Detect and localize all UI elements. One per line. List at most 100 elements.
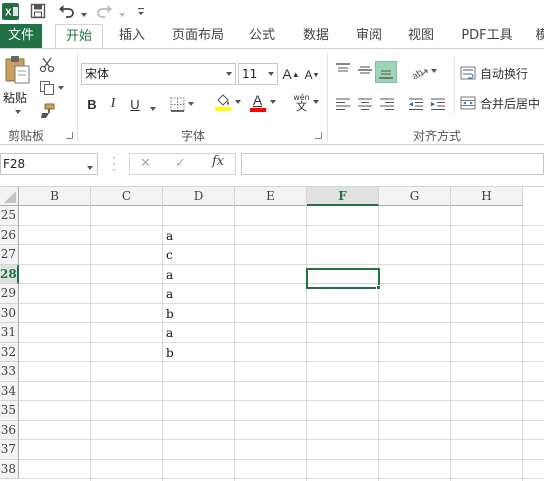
paste-button[interactable]: 粘贴 bbox=[2, 55, 32, 114]
row-header-36[interactable]: 36 bbox=[0, 420, 19, 440]
cell-d27[interactable]: c bbox=[166, 248, 173, 262]
column-header-e[interactable]: E bbox=[235, 187, 307, 206]
font-size-select[interactable]: 11 bbox=[238, 63, 278, 85]
cell-d29[interactable]: a bbox=[166, 287, 173, 301]
name-box-dropdown-icon[interactable] bbox=[84, 159, 93, 173]
row-header-28[interactable]: 28 bbox=[0, 264, 19, 284]
select-all-corner[interactable] bbox=[0, 187, 19, 206]
row-header-27[interactable]: 27 bbox=[0, 245, 19, 265]
merge-center-icon bbox=[460, 96, 476, 110]
cell-d31[interactable]: a bbox=[166, 326, 173, 340]
column-header-h[interactable]: H bbox=[451, 187, 523, 206]
merge-center-button[interactable]: 合并后居中 bbox=[460, 93, 544, 113]
svg-text:X: X bbox=[5, 8, 12, 19]
save-icon[interactable] bbox=[30, 3, 46, 19]
underline-dropdown-icon[interactable] bbox=[147, 100, 156, 114]
column-header-f[interactable]: F bbox=[307, 187, 379, 206]
align-center-icon[interactable] bbox=[354, 94, 376, 114]
insert-function-icon[interactable]: fx bbox=[212, 154, 224, 169]
row-header-26[interactable]: 26 bbox=[0, 225, 19, 245]
row-header-30[interactable]: 30 bbox=[0, 303, 19, 323]
row-gridline bbox=[19, 302, 544, 304]
tab-more[interactable]: 模 bbox=[532, 24, 544, 48]
underline-button[interactable]: U bbox=[128, 94, 142, 114]
spreadsheet-grid[interactable]: BCDEFGH 25 26 27 28 29 30 31 32 33 34 35 36 37 38 aca… bbox=[0, 187, 544, 481]
row-header-34[interactable]: 34 bbox=[0, 381, 19, 401]
phonetic-button[interactable]: wén 文 bbox=[290, 92, 322, 112]
row-header-33[interactable]: 33 bbox=[0, 362, 19, 382]
align-top-icon[interactable] bbox=[332, 60, 354, 80]
align-middle-icon[interactable] bbox=[354, 60, 376, 80]
row-header-32[interactable]: 32 bbox=[0, 342, 19, 362]
clipboard-launcher-icon[interactable] bbox=[66, 132, 73, 139]
font-color-button[interactable]: A bbox=[247, 92, 277, 112]
row-gridline bbox=[19, 244, 544, 245]
column-header-c[interactable]: C bbox=[91, 187, 163, 206]
tab-formulas[interactable]: 公式 bbox=[242, 24, 282, 48]
wrap-text-button[interactable]: 自动换行 bbox=[460, 63, 544, 83]
row-gridline bbox=[19, 224, 544, 226]
name-box-value: F28 bbox=[3, 157, 26, 171]
row-gridline bbox=[19, 439, 544, 440]
column-header-b[interactable]: B bbox=[19, 187, 91, 206]
enter-formula-icon[interactable]: ✓ bbox=[175, 156, 186, 171]
font-size-value: 11 bbox=[242, 67, 258, 81]
undo-dropdown-icon[interactable] bbox=[78, 6, 87, 20]
cell-d32[interactable]: b bbox=[166, 346, 174, 360]
ribbon-home: 粘贴 剪贴板 宋体 11 A ▲ A ▼ B I U A wén 文 字体 ab… bbox=[0, 48, 544, 145]
tab-review[interactable]: 审阅 bbox=[349, 24, 389, 48]
fill-handle[interactable] bbox=[376, 285, 381, 290]
row-header-37[interactable]: 37 bbox=[0, 440, 19, 460]
font-group-label: 字体 bbox=[181, 129, 206, 143]
tab-page-layout[interactable]: 页面布局 bbox=[167, 24, 229, 48]
borders-icon[interactable] bbox=[168, 94, 196, 114]
align-left-icon[interactable] bbox=[332, 94, 354, 114]
row-header-35[interactable]: 35 bbox=[0, 401, 19, 421]
font-launcher-icon[interactable] bbox=[315, 132, 322, 139]
name-box[interactable]: F28 bbox=[0, 153, 98, 175]
column-header-d[interactable]: D bbox=[163, 187, 235, 206]
orientation-icon[interactable]: ab bbox=[408, 61, 438, 81]
tab-home[interactable]: 开始 bbox=[55, 24, 103, 49]
tab-view[interactable]: 视图 bbox=[401, 24, 441, 48]
paste-dropdown-icon bbox=[12, 103, 21, 117]
italic-button[interactable]: I bbox=[106, 94, 120, 114]
redo-dropdown-icon[interactable] bbox=[116, 6, 125, 20]
grow-font-button[interactable]: A ▲ bbox=[281, 64, 301, 84]
cell-d30[interactable]: b bbox=[166, 307, 174, 321]
row-header-31[interactable]: 31 bbox=[0, 323, 19, 343]
cell-d26[interactable]: a bbox=[166, 229, 173, 243]
format-painter-icon[interactable] bbox=[38, 101, 56, 121]
bold-button[interactable]: B bbox=[84, 94, 100, 114]
column-header-g[interactable]: G bbox=[379, 187, 451, 206]
align-right-icon[interactable] bbox=[376, 94, 398, 114]
font-color-letter: A bbox=[252, 92, 263, 108]
row-header-38[interactable]: 38 bbox=[0, 459, 19, 479]
cell-d28[interactable]: a bbox=[166, 268, 173, 282]
row-header-25[interactable]: 25 bbox=[0, 206, 19, 226]
excel-icon[interactable]: X bbox=[2, 3, 19, 20]
separator bbox=[77, 53, 78, 141]
active-cell-cursor[interactable] bbox=[306, 268, 380, 289]
redo-icon[interactable] bbox=[95, 2, 113, 20]
fill-color-icon[interactable] bbox=[212, 92, 242, 112]
tab-insert[interactable]: 插入 bbox=[111, 24, 153, 48]
copy-icon[interactable] bbox=[38, 78, 64, 98]
formula-input[interactable] bbox=[241, 153, 544, 175]
paste-icon bbox=[5, 56, 30, 84]
cut-icon[interactable] bbox=[38, 55, 56, 75]
cancel-formula-icon[interactable]: ✕ bbox=[140, 156, 151, 171]
separator bbox=[327, 53, 328, 141]
align-bottom-icon[interactable] bbox=[375, 61, 397, 83]
tab-file[interactable]: 文件 bbox=[0, 24, 42, 48]
font-name-value: 宋体 bbox=[85, 67, 110, 81]
increase-indent-icon[interactable] bbox=[427, 94, 449, 114]
customize-qat-icon[interactable] bbox=[136, 5, 146, 17]
undo-icon[interactable] bbox=[58, 2, 76, 20]
shrink-font-button[interactable]: A ▼ bbox=[303, 65, 321, 85]
row-header-29[interactable]: 29 bbox=[0, 284, 19, 304]
decrease-indent-icon[interactable] bbox=[405, 94, 427, 114]
font-name-select[interactable]: 宋体 bbox=[81, 63, 236, 85]
tab-data[interactable]: 数据 bbox=[296, 24, 336, 48]
tab-pdf-tools[interactable]: PDF工具 bbox=[456, 24, 518, 48]
